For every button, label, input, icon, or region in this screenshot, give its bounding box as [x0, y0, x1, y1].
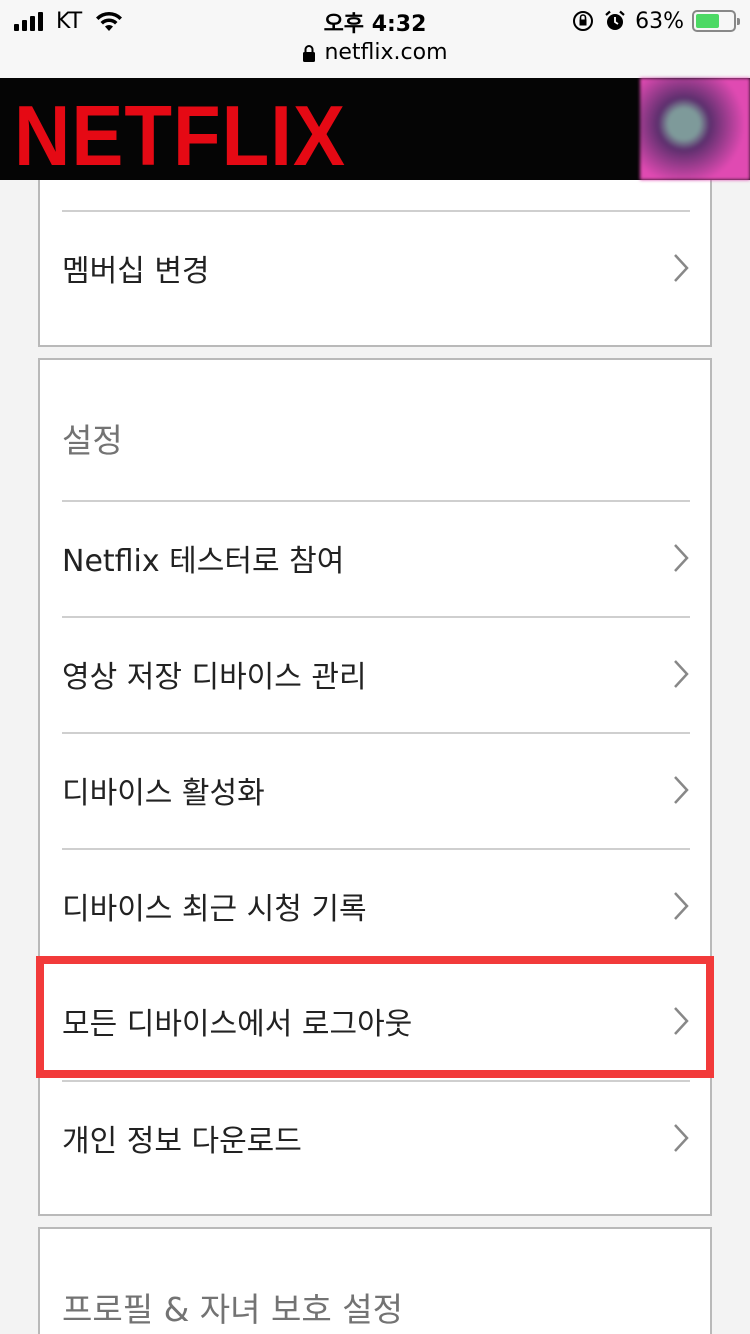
- profile-section-title: 프로필 & 자녀 보호 설정: [62, 1290, 403, 1329]
- lock-icon: [303, 44, 316, 62]
- join-tester-item[interactable]: Netflix 테스터로 참여: [62, 500, 690, 614]
- list-item-label: 디바이스 최근 시청 기록: [62, 892, 367, 927]
- manage-download-devices-item[interactable]: 영상 저장 디바이스 관리: [62, 616, 690, 730]
- chevron-right-icon: [674, 660, 689, 688]
- chevron-right-icon: [674, 892, 689, 920]
- chevron-right-icon: [674, 1124, 689, 1152]
- netflix-logo[interactable]: NETFLIX: [14, 86, 346, 186]
- download-personal-info-item[interactable]: 개인 정보 다운로드: [62, 1080, 690, 1194]
- list-item-label: 영상 저장 디바이스 관리: [62, 660, 367, 695]
- settings-card: 설정 Netflix 테스터로 참여 영상 저장 디바이스 관리 디바이스 활성…: [38, 358, 712, 1216]
- chevron-right-icon: [674, 544, 689, 572]
- list-item-label: 개인 정보 다운로드: [62, 1124, 302, 1159]
- list-item-label: Netflix 테스터로 참여: [62, 544, 345, 579]
- list-item-label: 디바이스 활성화: [62, 776, 265, 811]
- profile-parental-card: 프로필 & 자녀 보호 설정: [38, 1227, 712, 1334]
- netflix-header: NETFLIX: [0, 78, 750, 184]
- chevron-right-icon: [674, 776, 689, 804]
- profile-avatar[interactable]: [640, 78, 750, 180]
- chevron-right-icon: [674, 254, 689, 282]
- list-item-label: 멤버십 변경: [62, 254, 210, 289]
- status-bar: KT 오후 4:32 63% netflix.com: [0, 0, 750, 78]
- highlight-box: [36, 956, 714, 1078]
- device-streaming-history-item[interactable]: 디바이스 최근 시청 기록: [62, 848, 690, 962]
- orientation-lock-icon: [573, 11, 594, 31]
- membership-change-item[interactable]: 멤버십 변경: [62, 210, 690, 324]
- address-bar[interactable]: netflix.com: [0, 40, 750, 65]
- settings-section-title: 설정: [62, 421, 123, 460]
- url-text: netflix.com: [324, 40, 448, 65]
- activate-device-item[interactable]: 디바이스 활성화: [62, 732, 690, 846]
- alarm-clock-icon: [605, 10, 625, 30]
- battery-percent: 63%: [635, 8, 684, 34]
- battery-icon: [692, 10, 740, 32]
